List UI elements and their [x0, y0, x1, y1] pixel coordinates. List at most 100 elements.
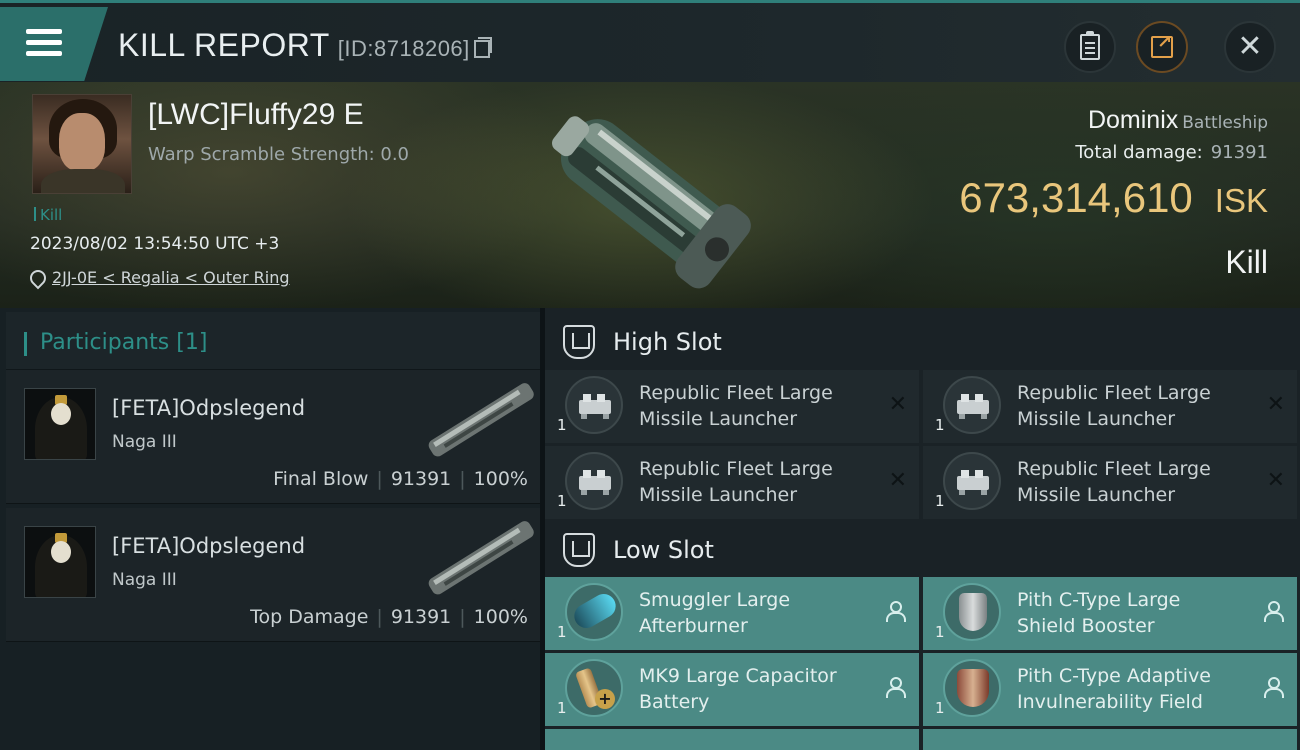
- location-link[interactable]: 2JJ-0E < Regalia < Outer Ring: [52, 268, 290, 287]
- close-button[interactable]: ✕: [1224, 21, 1276, 73]
- destroyed-x-icon: ✕: [1266, 392, 1285, 417]
- participant-percent: 100%: [473, 468, 528, 490]
- high-slot-label: High Slot: [613, 328, 722, 356]
- result-label: Kill: [1225, 244, 1268, 280]
- report-id: [ID:8718206]: [337, 36, 470, 61]
- destroyed-x-icon: ✕: [888, 392, 907, 417]
- slot-shield-icon: [563, 325, 595, 359]
- participant-ship-icon: [428, 383, 534, 457]
- item-quantity: 1: [557, 699, 567, 717]
- dropped-person-icon: [1263, 677, 1284, 698]
- participant-name: [FETA]Odpslegend: [112, 534, 306, 558]
- kill-location[interactable]: 2JJ-0E < Regalia < Outer Ring: [30, 268, 290, 287]
- participant-ship-icon: [428, 521, 534, 595]
- participants-count: [1]: [176, 330, 208, 355]
- item-name-line1: Smuggler Large: [639, 589, 791, 611]
- participant-avatar[interactable]: [24, 388, 96, 460]
- slot-shield-icon: [563, 533, 595, 567]
- participant-ship: Naga III: [112, 432, 177, 452]
- close-icon: ✕: [1237, 29, 1263, 64]
- item-name-line2: Battery: [639, 691, 710, 713]
- item-name-line1: Pith C-Type Large: [1017, 589, 1181, 611]
- clipboard-icon: [1080, 31, 1100, 60]
- participant-row[interactable]: [FETA]Odpslegend Naga III Top Damage | 913…: [6, 508, 540, 642]
- item-name-line1: MK9 Large Capacitor: [639, 665, 837, 687]
- high-slot-item[interactable]: 1 Republic Fleet Large Missile Launcher ✕: [923, 446, 1297, 519]
- participant-role: Final Blow: [273, 468, 369, 490]
- isk-amount: 673,314,610: [959, 174, 1193, 221]
- item-name-line1: Pith C-Type Adaptive: [1017, 665, 1211, 687]
- item-name-line1: Republic Fleet Large: [639, 382, 833, 404]
- share-button[interactable]: [1136, 21, 1188, 73]
- dropped-person-icon: [885, 601, 906, 622]
- page-title: KILL REPORT [ID:8718206]: [118, 27, 492, 64]
- item-name-line2: Afterburner: [639, 615, 748, 637]
- item-name-line1: Republic Fleet Large: [639, 458, 833, 480]
- item-name-line2: Invulnerability Field: [1017, 691, 1203, 713]
- item-name-line2: Missile Launcher: [639, 484, 798, 506]
- participant-avatar[interactable]: [24, 526, 96, 598]
- participants-header: Participants [1]: [6, 312, 540, 370]
- ship-render: [552, 116, 751, 289]
- low-slot-label: Low Slot: [613, 536, 714, 564]
- item-name-line1: Republic Fleet Large: [1017, 382, 1211, 404]
- victim-summary: [LWC]Fluffy29 E Warp Scramble Strength: …: [0, 82, 1300, 308]
- participant-damage: 91391: [390, 606, 452, 628]
- participant-role: Top Damage: [250, 606, 369, 628]
- item-quantity: 1: [557, 623, 567, 641]
- item-quantity: 1: [935, 492, 945, 510]
- high-slot-header: High Slot: [545, 312, 1300, 372]
- item-quantity: 1: [935, 699, 945, 717]
- afterburner-icon: [565, 583, 623, 641]
- low-slot-item[interactable]: 1 Smuggler Large Afterburner: [545, 577, 919, 650]
- item-name-line2: Missile Launcher: [639, 408, 798, 430]
- participant-ship: Naga III: [112, 570, 177, 590]
- invulnerability-field-icon: [943, 659, 1001, 717]
- menu-icon: [26, 29, 62, 57]
- high-slot-item[interactable]: 1 Republic Fleet Large Missile Launcher ✕: [923, 370, 1297, 443]
- low-slot-item[interactable]: + 1 MK9 Large Capacitor Battery: [545, 653, 919, 726]
- isk-unit: ISK: [1214, 182, 1268, 219]
- low-slot-item[interactable]: 1 Pith C-Type Adaptive Invulnerability Fi…: [923, 653, 1297, 726]
- dropped-person-icon: [885, 677, 906, 698]
- item-quantity: 1: [557, 416, 567, 434]
- kill-tag: Kill: [34, 206, 62, 224]
- item-name-line2: Missile Launcher: [1017, 408, 1176, 430]
- header-bar: KILL REPORT [ID:8718206] ✕: [0, 0, 1300, 82]
- participant-damage: 91391: [390, 468, 452, 490]
- share-icon: [1151, 32, 1173, 58]
- item-quantity: 1: [935, 623, 945, 641]
- menu-button[interactable]: [0, 7, 108, 81]
- capacitor-battery-icon: +: [565, 659, 623, 717]
- item-name-line1: Republic Fleet Large: [1017, 458, 1211, 480]
- launcher-icon: [565, 376, 623, 434]
- low-slot-item-partial[interactable]: [923, 729, 1297, 750]
- high-slot-item[interactable]: 1 Republic Fleet Large Missile Launcher ✕: [545, 370, 919, 443]
- shield-booster-icon: [943, 583, 1001, 641]
- item-quantity: 1: [935, 416, 945, 434]
- low-slot-item-partial[interactable]: [545, 729, 919, 750]
- item-quantity: 1: [557, 492, 567, 510]
- clipboard-button[interactable]: [1064, 21, 1116, 73]
- destroyed-x-icon: ✕: [888, 468, 907, 493]
- participant-percent: 100%: [473, 606, 528, 628]
- low-slot-item[interactable]: 1 Pith C-Type Large Shield Booster: [923, 577, 1297, 650]
- kill-datetime: 2023/08/02 13:54:50 UTC +3: [30, 234, 280, 254]
- destroyed-x-icon: ✕: [1266, 468, 1285, 493]
- ship-type[interactable]: Dominix Battleship: [1088, 106, 1268, 135]
- item-name-line2: Shield Booster: [1017, 615, 1155, 637]
- participant-stats: Final Blow | 91391 | 100%: [273, 468, 528, 490]
- participant-row[interactable]: [FETA]Odpslegend Naga III Final Blow | 913…: [6, 370, 540, 504]
- total-damage-label: Total damage:: [1075, 142, 1203, 163]
- total-damage-value: 91391: [1210, 142, 1268, 163]
- dropped-person-icon: [1263, 601, 1284, 622]
- launcher-icon: [943, 376, 1001, 434]
- launcher-icon: [943, 452, 1001, 510]
- copy-icon[interactable]: [473, 37, 492, 58]
- high-slot-item[interactable]: 1 Republic Fleet Large Missile Launcher ✕: [545, 446, 919, 519]
- ship-class: Battleship: [1182, 113, 1268, 133]
- victim-avatar[interactable]: [32, 94, 132, 194]
- location-pin-icon: [30, 270, 42, 286]
- victim-name[interactable]: [LWC]Fluffy29 E: [148, 98, 364, 132]
- total-damage: Total damage: 91391: [1075, 142, 1268, 163]
